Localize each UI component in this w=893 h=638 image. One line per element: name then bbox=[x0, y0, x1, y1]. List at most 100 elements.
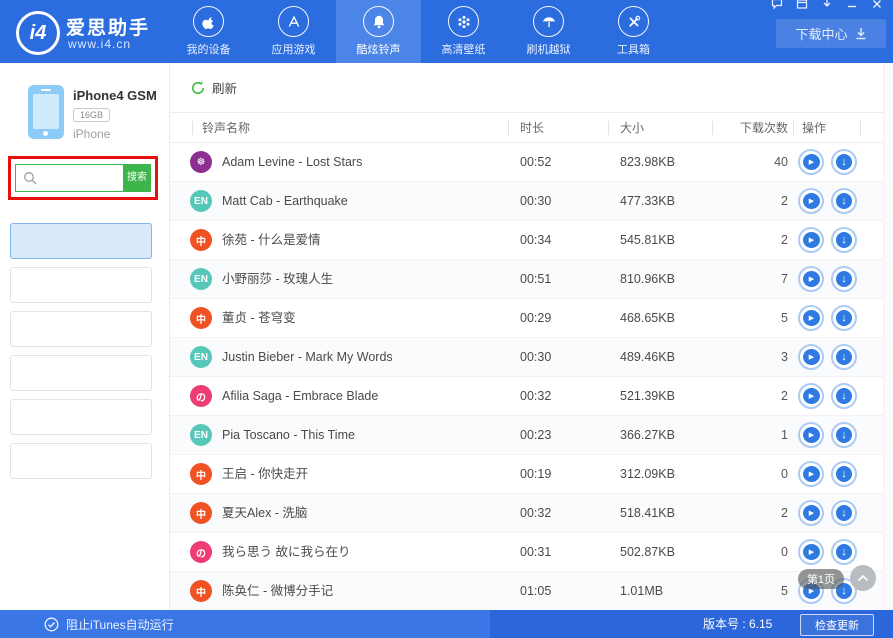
ringtone-download-count: 2 bbox=[710, 494, 788, 533]
ringtone-download-count: 3 bbox=[710, 338, 788, 377]
play-button[interactable]: ▶ bbox=[798, 266, 824, 292]
download-ringtone-button[interactable]: ↓ bbox=[831, 344, 857, 370]
play-button[interactable]: ▶ bbox=[798, 539, 824, 565]
play-button[interactable]: ▶ bbox=[798, 305, 824, 331]
ringtone-download-count: 2 bbox=[710, 221, 788, 260]
download-ringtone-button[interactable]: ↓ bbox=[831, 383, 857, 409]
play-icon: ▶ bbox=[803, 271, 820, 287]
play-icon: ▶ bbox=[803, 349, 820, 365]
filter-button-3[interactable] bbox=[10, 355, 152, 391]
download-center-button[interactable]: 下载中心 bbox=[776, 19, 886, 48]
check-update-button[interactable]: 检查更新 bbox=[800, 614, 874, 636]
nav-item-bell[interactable]: 酷炫铃声 bbox=[336, 0, 421, 63]
skin-icon[interactable] bbox=[795, 0, 808, 10]
ringtone-duration: 00:29 bbox=[520, 299, 551, 338]
ringtone-download-count: 0 bbox=[710, 533, 788, 572]
ringtone-row[interactable]: 中 夏天Alex - 洗脑 00:32 518.41KB 2 ▶ ↓ bbox=[170, 494, 893, 533]
play-button[interactable]: ▶ bbox=[798, 383, 824, 409]
nav-item-label: 酷炫铃声 bbox=[357, 41, 401, 57]
filter-button-0[interactable] bbox=[10, 223, 152, 259]
ringtone-duration: 00:51 bbox=[520, 260, 551, 299]
nav-item-toolbox[interactable]: 工具箱 bbox=[591, 0, 676, 63]
download-ringtone-button[interactable]: ↓ bbox=[831, 266, 857, 292]
app-title: 爱思助手 bbox=[66, 13, 150, 40]
download-ringtone-button[interactable]: ↓ bbox=[831, 461, 857, 487]
back-to-top-button[interactable] bbox=[850, 565, 876, 591]
ringtone-row[interactable]: 中 陈奂仁 - 微博分手记 01:05 1.01MB 5 ▶ ↓ bbox=[170, 572, 893, 611]
ringtone-name: Matt Cab - Earthquake bbox=[222, 182, 348, 221]
column-duration: 时长 bbox=[520, 113, 544, 143]
cn-badge: 中 bbox=[190, 580, 212, 602]
download-arrow-icon: ↓ bbox=[836, 505, 852, 521]
ringtone-name: Afilia Saga - Embrace Blade bbox=[222, 377, 378, 416]
play-button[interactable]: ▶ bbox=[798, 149, 824, 175]
reel-badge: ☸ bbox=[190, 151, 212, 173]
search-button[interactable]: 搜索 bbox=[123, 164, 151, 192]
ringtone-download-count: 2 bbox=[710, 377, 788, 416]
ringtone-row[interactable]: の Afilia Saga - Embrace Blade 00:32 521.… bbox=[170, 377, 893, 416]
cn-badge: 中 bbox=[190, 307, 212, 329]
nav-item-label: 刷机越狱 bbox=[527, 41, 571, 57]
download-arrow-icon: ↓ bbox=[836, 271, 852, 287]
ringtone-row[interactable]: EN 小野丽莎 - 玫瑰人生 00:51 810.96KB 7 ▶ ↓ bbox=[170, 260, 893, 299]
download-ringtone-button[interactable]: ↓ bbox=[831, 422, 857, 448]
ringtone-row[interactable]: 中 董贞 - 苍穹变 00:29 468.65KB 5 ▶ ↓ bbox=[170, 299, 893, 338]
chevron-up-icon bbox=[857, 574, 869, 582]
apple-icon bbox=[193, 6, 224, 37]
ringtone-name: 董贞 - 苍穹变 bbox=[222, 299, 296, 338]
ringtone-row[interactable]: 中 徐苑 - 什么是爱情 00:34 545.81KB 2 ▶ ↓ bbox=[170, 221, 893, 260]
download-arrow-icon: ↓ bbox=[836, 193, 852, 209]
play-button[interactable]: ▶ bbox=[798, 227, 824, 253]
nav-item-label: 应用游戏 bbox=[272, 41, 316, 57]
nav-item-apple[interactable]: 我的设备 bbox=[166, 0, 251, 63]
scrollbar[interactable] bbox=[883, 63, 893, 610]
cn-badge: 中 bbox=[190, 463, 212, 485]
message-icon[interactable] bbox=[770, 0, 783, 10]
nav-item-wallpaper[interactable]: 高清壁纸 bbox=[421, 0, 506, 63]
sidebar: iPhone4 GSM 16GB iPhone 搜索 bbox=[0, 63, 170, 610]
download-ringtone-button[interactable]: ↓ bbox=[831, 500, 857, 526]
ringtone-row[interactable]: 中 王启 - 你快走开 00:19 312.09KB 0 ▶ ↓ bbox=[170, 455, 893, 494]
ringtone-duration: 01:05 bbox=[520, 572, 551, 611]
refresh-label: 刷新 bbox=[212, 78, 237, 97]
play-icon: ▶ bbox=[803, 544, 820, 560]
play-button[interactable]: ▶ bbox=[798, 344, 824, 370]
ringtone-row[interactable]: EN Justin Bieber - Mark My Words 00:30 4… bbox=[170, 338, 893, 377]
ringtone-row[interactable]: の 我ら思う 故に我ら在り 00:31 502.87KB 0 ▶ ↓ bbox=[170, 533, 893, 572]
column-ringtone-name: 铃声名称 bbox=[202, 113, 250, 143]
ringtone-duration: 00:52 bbox=[520, 143, 551, 182]
filter-button-1[interactable] bbox=[10, 267, 152, 303]
nav-item-appstore[interactable]: 应用游戏 bbox=[251, 0, 336, 63]
download-ringtone-button[interactable]: ↓ bbox=[831, 149, 857, 175]
ringtone-download-count: 1 bbox=[710, 416, 788, 455]
download-ringtone-button[interactable]: ↓ bbox=[831, 227, 857, 253]
play-button[interactable]: ▶ bbox=[798, 422, 824, 448]
jp-badge: の bbox=[190, 385, 212, 407]
minimize-icon[interactable] bbox=[845, 0, 858, 10]
refresh-button[interactable]: 刷新 bbox=[190, 78, 237, 97]
close-icon[interactable] bbox=[870, 0, 883, 10]
ringtone-row[interactable]: EN Pia Toscano - This Time 00:23 366.27K… bbox=[170, 416, 893, 455]
play-icon: ▶ bbox=[803, 466, 820, 482]
play-button[interactable]: ▶ bbox=[798, 461, 824, 487]
dropdown-arrow-icon[interactable] bbox=[820, 0, 833, 10]
play-icon: ▶ bbox=[803, 310, 820, 326]
titlebar-controls bbox=[770, 0, 883, 10]
play-button[interactable]: ▶ bbox=[798, 188, 824, 214]
download-ringtone-button[interactable]: ↓ bbox=[831, 305, 857, 331]
ringtone-row[interactable]: ☸ Adam Levine - Lost Stars 00:52 823.98K… bbox=[170, 143, 893, 182]
device-model: iPhone bbox=[73, 127, 110, 141]
search-input[interactable] bbox=[15, 164, 123, 192]
play-button[interactable]: ▶ bbox=[798, 500, 824, 526]
filter-button-2[interactable] bbox=[10, 311, 152, 347]
download-ringtone-button[interactable]: ↓ bbox=[831, 539, 857, 565]
ringtone-duration: 00:30 bbox=[520, 182, 551, 221]
block-itunes-toggle[interactable]: 阻止iTunes自动运行 bbox=[44, 610, 174, 638]
filter-button-4[interactable] bbox=[10, 399, 152, 435]
filter-button-5[interactable] bbox=[10, 443, 152, 479]
download-ringtone-button[interactable]: ↓ bbox=[831, 188, 857, 214]
list-toolbar: 刷新 bbox=[170, 63, 893, 113]
ringtone-row[interactable]: EN Matt Cab - Earthquake 00:30 477.33KB … bbox=[170, 182, 893, 221]
nav-item-jailbreak[interactable]: 刷机越狱 bbox=[506, 0, 591, 63]
ringtone-name: Adam Levine - Lost Stars bbox=[222, 143, 362, 182]
